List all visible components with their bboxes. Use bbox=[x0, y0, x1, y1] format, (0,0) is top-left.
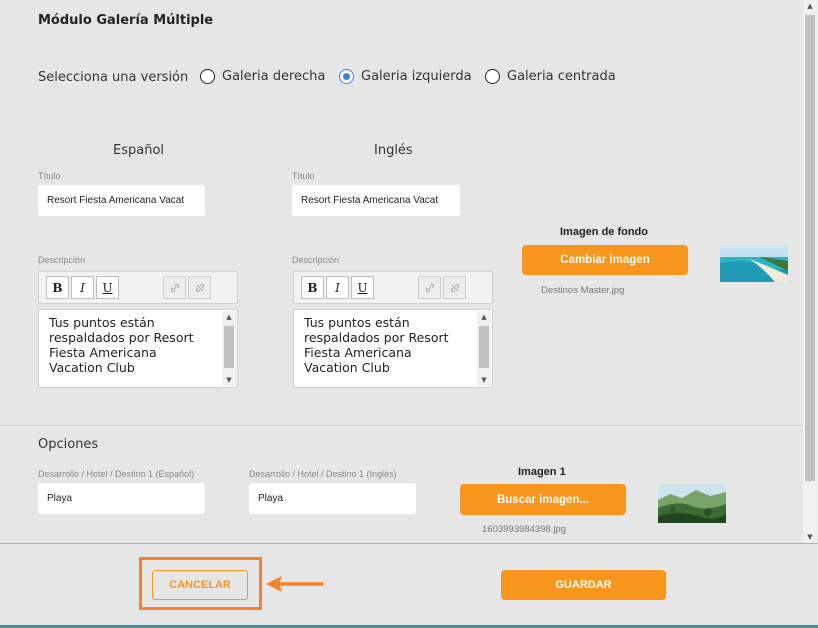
underline-button[interactable]: U bbox=[351, 276, 374, 299]
english-heading: Inglés bbox=[374, 143, 413, 158]
textarea-scrollbar[interactable]: ▲ ▼ bbox=[477, 311, 491, 386]
unlink-icon[interactable] bbox=[188, 276, 211, 299]
radio-galeria-centrada[interactable]: Galeria centrada bbox=[485, 69, 616, 84]
bold-button[interactable]: B bbox=[301, 276, 324, 299]
spanish-desc-editor: B I U Tus puntos están respaldados por R… bbox=[38, 271, 238, 388]
spanish-desc-text: Tus puntos están respaldados por Resort … bbox=[49, 315, 194, 375]
radio-circle[interactable] bbox=[485, 69, 500, 84]
scroll-up-icon[interactable]: ▲ bbox=[222, 311, 236, 323]
save-button[interactable]: GUARDAR bbox=[501, 570, 666, 600]
scroll-thumb[interactable] bbox=[479, 326, 489, 368]
image1-file-name: 1603993984398.jpg bbox=[482, 524, 567, 535]
spanish-title-label: Título bbox=[38, 171, 61, 181]
page-title: Módulo Galería Múltiple bbox=[38, 13, 214, 28]
scroll-thumb[interactable] bbox=[224, 326, 234, 368]
english-title-label: Título bbox=[292, 171, 315, 181]
option-es-label: Desarrollo / Hotel / Destino 1 (Español) bbox=[38, 469, 195, 479]
spanish-heading: Español bbox=[113, 143, 165, 158]
spanish-desc-textarea[interactable]: Tus puntos están respaldados por Resort … bbox=[38, 309, 238, 388]
italic-button[interactable]: I bbox=[71, 276, 94, 299]
scroll-up-icon[interactable]: ▲ bbox=[803, 0, 817, 12]
english-desc-text: Tus puntos están respaldados por Resort … bbox=[304, 315, 449, 375]
radio-circle[interactable] bbox=[200, 69, 215, 84]
unlink-icon[interactable] bbox=[443, 276, 466, 299]
option-en-label: Desarrollo / Hotel / Destino 1 (Inglés) bbox=[249, 469, 397, 479]
scroll-down-icon[interactable]: ▼ bbox=[222, 374, 236, 386]
english-desc-editor: B I U Tus puntos están respaldados por R… bbox=[293, 271, 493, 388]
radio-label: Galeria izquierda bbox=[361, 69, 472, 84]
radio-label: Galeria derecha bbox=[222, 69, 326, 84]
link-icon[interactable] bbox=[163, 276, 186, 299]
radio-circle-checked[interactable] bbox=[339, 69, 354, 84]
underline-button[interactable]: U bbox=[96, 276, 119, 299]
image1-thumbnail bbox=[658, 484, 726, 523]
section-divider bbox=[0, 425, 802, 426]
options-heading: Opciones bbox=[38, 437, 99, 452]
background-thumbnail bbox=[720, 245, 788, 282]
radio-galeria-derecha[interactable]: Galeria derecha bbox=[200, 69, 325, 84]
option-es-input[interactable]: Playa bbox=[38, 483, 205, 514]
cancel-button[interactable]: CANCELAR bbox=[152, 570, 248, 600]
radio-label: Galeria centrada bbox=[507, 69, 616, 84]
english-desc-label: Descripción bbox=[292, 255, 340, 265]
editor-toolbar: B I U bbox=[38, 271, 238, 304]
version-label: Selecciona una versión bbox=[38, 70, 189, 85]
scroll-down-icon[interactable]: ▼ bbox=[477, 374, 491, 386]
english-title-input[interactable]: Resort Fiesta Americana Vacat bbox=[292, 185, 460, 216]
arrow-annotation-icon bbox=[264, 572, 326, 594]
spanish-title-input[interactable]: Resort Fiesta Americana Vacat bbox=[38, 185, 205, 216]
scroll-up-icon[interactable]: ▲ bbox=[477, 311, 491, 323]
background-image-caption: Imagen de fondo bbox=[560, 226, 648, 238]
search-image-button[interactable]: Buscar imagen... bbox=[460, 484, 626, 515]
bold-button[interactable]: B bbox=[46, 276, 69, 299]
image1-caption: Imagen 1 bbox=[518, 466, 566, 478]
radio-galeria-izquierda[interactable]: Galeria izquierda bbox=[339, 69, 472, 84]
option-en-input[interactable]: Playa bbox=[249, 483, 416, 514]
spanish-desc-label: Descripción bbox=[38, 255, 86, 265]
page-scrollbar[interactable]: ▲ ▼ bbox=[803, 0, 817, 543]
scroll-down-icon[interactable]: ▼ bbox=[803, 531, 817, 543]
scroll-thumb[interactable] bbox=[805, 15, 815, 481]
english-desc-textarea[interactable]: Tus puntos están respaldados por Resort … bbox=[293, 309, 493, 388]
background-file-name: Destinos Master.jpg bbox=[541, 285, 625, 296]
textarea-scrollbar[interactable]: ▲ ▼ bbox=[222, 311, 236, 386]
footer-bar bbox=[0, 543, 818, 625]
editor-toolbar: B I U bbox=[293, 271, 493, 304]
change-image-button[interactable]: Cambiar imagen bbox=[522, 245, 688, 275]
italic-button[interactable]: I bbox=[326, 276, 349, 299]
link-icon[interactable] bbox=[418, 276, 441, 299]
